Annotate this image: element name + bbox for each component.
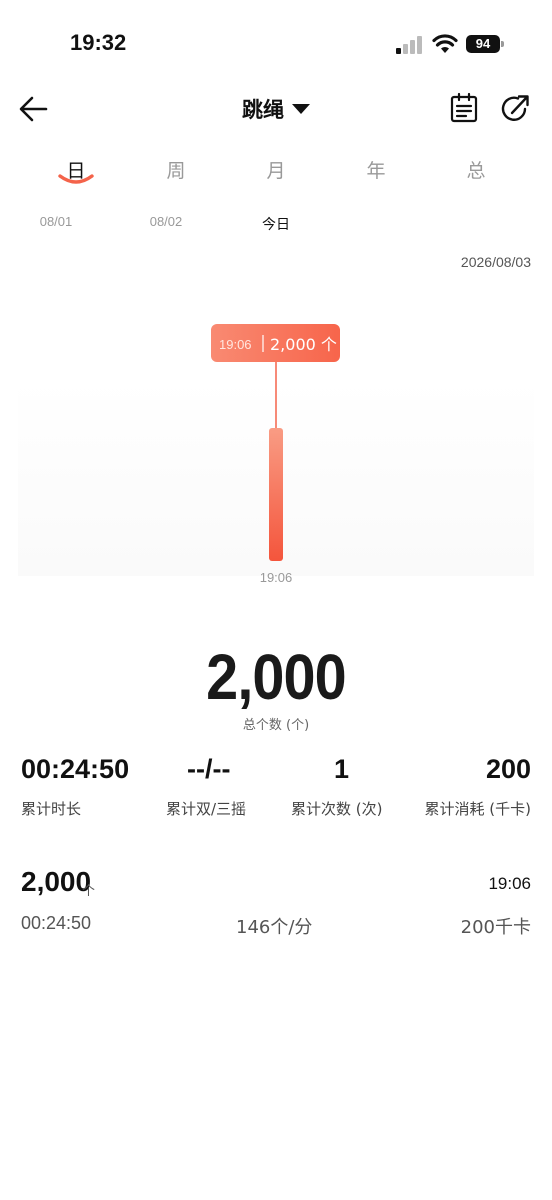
- record-calories: 200千卡: [460, 917, 531, 938]
- tooltip-time: 19:06: [219, 337, 252, 352]
- date-tab-0801[interactable]: 08/01: [16, 214, 96, 229]
- stat-double-triple-label: 累计双/三摇: [166, 800, 247, 818]
- stat-double-triple-value: --/--: [187, 754, 231, 784]
- tab-week[interactable]: 周: [146, 156, 206, 183]
- chart-bar: [269, 428, 283, 561]
- record-duration: 00:24:50: [21, 913, 92, 933]
- record-pace: 146个/分: [236, 917, 313, 938]
- date-tab-today[interactable]: 今日: [236, 214, 316, 234]
- chart-tooltip: 19:06 2,000 个: [211, 324, 340, 362]
- stat-duration-label: 累计时长: [21, 800, 82, 818]
- total-count: 2,000: [206, 641, 347, 713]
- record-count: 2,000: [21, 866, 92, 897]
- date-tabs: 08/01 08/02 今日: [0, 214, 552, 238]
- notes-icon[interactable]: [448, 92, 480, 124]
- tooltip-value: 2,000 个: [270, 335, 337, 354]
- nav-bar: 跳绳: [0, 84, 552, 134]
- cellular-signal-icon: [396, 36, 422, 54]
- battery-icon: 94: [466, 35, 504, 53]
- record-time: 19:06: [488, 874, 531, 893]
- page-title: 跳绳: [242, 98, 284, 122]
- daily-chart: 19:06 19:06 2,000 个: [18, 324, 534, 585]
- wifi-icon: [432, 34, 458, 53]
- date-tab-0802[interactable]: 08/02: [126, 214, 206, 229]
- caret-down-icon: [292, 104, 310, 114]
- battery-level: 94: [466, 35, 500, 53]
- stat-sessions-label: 累计次数 (次): [291, 800, 383, 818]
- x-tick-label: 19:06: [260, 570, 293, 585]
- status-bar: 19:32 94: [0, 0, 552, 88]
- tab-month[interactable]: 月: [246, 156, 306, 183]
- share-icon[interactable]: [498, 92, 532, 126]
- tab-year[interactable]: 年: [346, 156, 406, 183]
- stat-duration-value: 00:24:50: [21, 754, 130, 784]
- current-date: 2026/08/03: [460, 254, 531, 270]
- total-count-label: 总个数 (个): [242, 718, 310, 733]
- record-unit: 个: [82, 884, 96, 899]
- active-tab-indicator: [58, 174, 94, 184]
- stat-calories-label: 累计消耗 (千卡): [424, 800, 531, 818]
- tab-total[interactable]: 总: [446, 156, 506, 183]
- stat-sessions-value: 1: [334, 754, 350, 784]
- stat-calories-value: 200: [485, 754, 531, 784]
- status-time: 19:32: [70, 30, 127, 55]
